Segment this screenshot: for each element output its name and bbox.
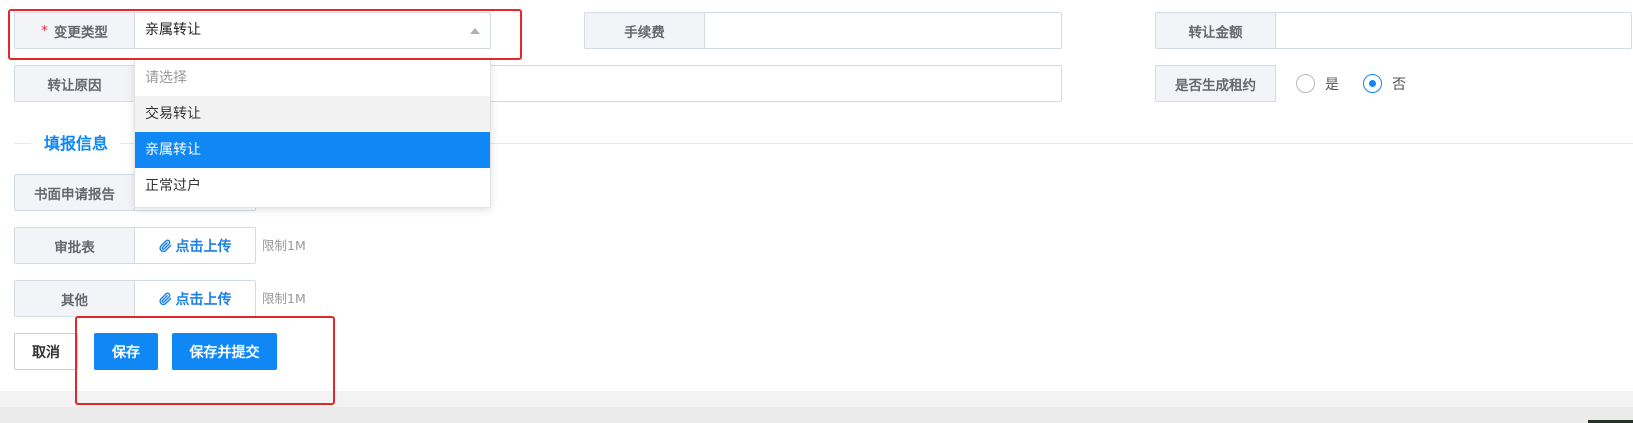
save-button[interactable]: 保存: [94, 333, 158, 370]
section-title: 填报信息: [31, 132, 121, 156]
upload-label-other: 其他: [14, 280, 135, 317]
upload-button-label: 点击上传: [175, 291, 232, 308]
dropdown-option-trade-transfer[interactable]: 交易转让: [135, 96, 490, 132]
paperclip-icon: [158, 292, 172, 306]
generate-lease-radio-no[interactable]: 否: [1363, 65, 1406, 102]
change-type-label-text: 变更类型: [53, 24, 108, 41]
radio-label: 是: [1325, 76, 1339, 93]
radio-label: 否: [1392, 76, 1406, 93]
radio-circle[interactable]: [1363, 74, 1382, 93]
upload-label-written-report: 书面申请报告: [14, 174, 135, 211]
change-type-select[interactable]: 亲属转让: [134, 12, 491, 49]
transfer-reason-label: 转让原因: [14, 65, 135, 102]
page-footer: [0, 391, 1633, 407]
upload-size-limit: 限制1M: [262, 238, 306, 253]
change-type-select-value: 亲属转让: [145, 22, 201, 38]
transfer-amount-label: 转让金额: [1155, 12, 1276, 49]
change-type-label: * 变更类型: [14, 12, 135, 49]
upload-button-label: 点击上传: [175, 238, 232, 255]
caret-up-icon: [470, 28, 480, 34]
upload-label-approval-form: 审批表: [14, 227, 135, 264]
dropdown-option-placeholder[interactable]: 请选择: [135, 60, 490, 96]
generate-lease-label: 是否生成租约: [1155, 65, 1276, 102]
handling-fee-label: 手续费: [584, 12, 705, 49]
upload-button-approval-form[interactable]: 点击上传: [134, 227, 256, 264]
transfer-amount-input[interactable]: [1275, 12, 1632, 49]
required-mark: *: [41, 22, 48, 39]
change-type-dropdown-menu: 请选择 交易转让 亲属转让 正常过户: [134, 59, 491, 208]
radio-circle[interactable]: [1296, 74, 1315, 93]
cancel-button[interactable]: 取消: [14, 333, 78, 370]
handling-fee-input[interactable]: [704, 12, 1062, 49]
page-footer-bar: [0, 407, 1633, 423]
upload-size-limit: 限制1M: [262, 291, 306, 306]
save-and-submit-button[interactable]: 保存并提交: [172, 333, 277, 370]
paperclip-icon: [158, 239, 172, 253]
generate-lease-radio-yes[interactable]: 是: [1296, 65, 1339, 102]
dropdown-option-relative-transfer[interactable]: 亲属转让: [135, 132, 490, 168]
upload-button-other[interactable]: 点击上传: [134, 280, 256, 317]
dropdown-option-normal-transfer[interactable]: 正常过户: [135, 168, 490, 204]
